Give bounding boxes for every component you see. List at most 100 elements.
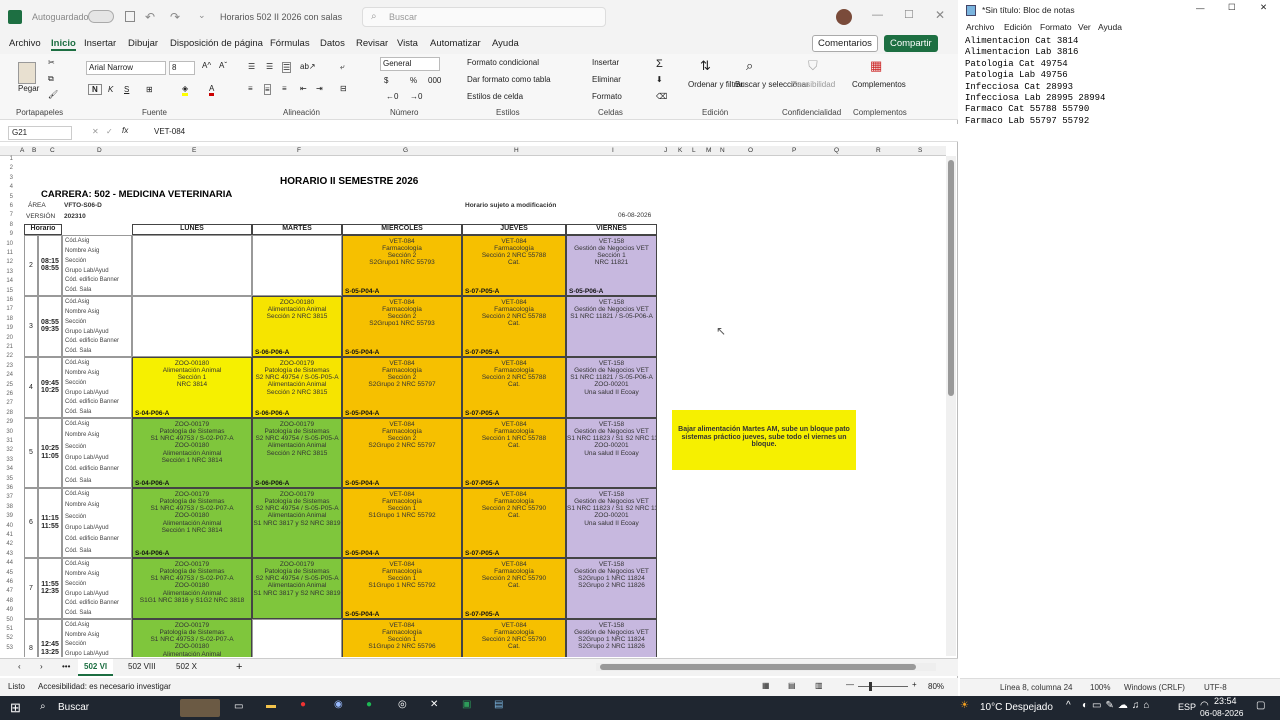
course-cell[interactable]: VET-084 Farmacología Sección 2 NRC 55790… [462,558,566,619]
row-header[interactable]: 39 [0,513,13,519]
course-cell[interactable]: ZOO-00180 Alimentación Animal Sección 1 … [132,357,252,418]
tab-automatizar[interactable]: Automatizar [430,38,481,49]
row-header[interactable]: 12 [0,259,13,265]
row-header[interactable]: 7 [0,212,13,218]
row-header[interactable]: 40 [0,523,13,529]
weather-text[interactable]: 10°C Despejado [980,702,1053,713]
row-header[interactable]: 53 [0,645,13,651]
minimize-icon[interactable]: — [872,9,883,21]
copy-icon[interactable]: ⧉ [48,74,54,84]
app-icon[interactable]: ◉ [334,699,343,710]
tab-revisar[interactable]: Revisar [356,38,388,49]
italic-icon[interactable]: K [108,85,113,94]
course-cell[interactable]: VET-158 Gestión de Negocios VET S1 NRC 1… [566,357,657,418]
tab-ayuda[interactable]: Ayuda [492,38,519,49]
addins-button[interactable]: Complementos [852,80,906,89]
row-header[interactable]: 50 [0,617,13,623]
taskbar-search-icon[interactable]: ⌕ [40,701,46,712]
find-select-icon[interactable]: ⌕ [746,58,753,74]
capcut-icon[interactable]: ✕ [430,699,438,710]
row-header[interactable]: 11 [0,250,13,256]
row-header[interactable]: 18 [0,316,13,322]
np-menu-archivo[interactable]: Archivo [966,22,994,32]
close-icon[interactable]: ✕ [935,8,945,22]
tab-archivo[interactable]: Archivo [9,38,41,49]
row-header[interactable]: 21 [0,344,13,350]
np-maximize-icon[interactable]: ☐ [1228,2,1236,13]
taskbar-search[interactable]: Buscar [58,702,89,713]
course-cell[interactable]: ZOO-00180 Alimentación Animal Sección 2 … [252,296,342,357]
row-header[interactable]: 9 [0,231,13,237]
schedule-cell[interactable] [252,619,342,657]
align-center-icon[interactable]: ≡ [264,84,271,95]
course-cell[interactable]: VET-158 Gestión de Negocios VET S1 NRC 1… [566,488,657,558]
sort-filter-icon[interactable]: ⇅ [700,58,711,74]
save-icon[interactable] [125,11,135,22]
row-header[interactable]: 17 [0,306,13,312]
np-menu-edicion[interactable]: Edición [1004,22,1032,32]
sensitivity-button[interactable]: Sensibilidad [792,80,835,89]
accessibility-status[interactable]: Accesibilidad: es necesario investigar [38,682,171,691]
borders-icon[interactable]: ⊞ [146,85,153,94]
row-header[interactable]: 52 [0,635,13,641]
clear-icon[interactable]: ⌫ [656,92,667,101]
row-header[interactable]: 19 [0,325,13,331]
row-header[interactable]: 37 [0,494,13,500]
row-header[interactable]: 15 [0,288,13,294]
np-minimize-icon[interactable]: — [1196,3,1205,13]
align-right-icon[interactable]: ≡ [282,84,287,93]
shrink-font-icon[interactable]: Aˇ [219,61,227,70]
row-header[interactable]: 29 [0,419,13,425]
tab-disposicion[interactable]: Disposición de página [170,38,263,49]
fill-color-icon[interactable]: ◈ [182,84,189,96]
vertical-scroll-thumb[interactable] [948,160,954,396]
page-layout-icon[interactable]: ▤ [788,681,796,690]
add-sheet-icon[interactable]: + [236,661,242,673]
number-format-select[interactable]: General [380,57,440,71]
weather-icon[interactable]: ☀ [960,700,969,711]
delete-cells-button[interactable]: Eliminar [592,75,621,84]
enter-icon[interactable]: ✓ [106,127,113,136]
course-cell[interactable]: ZOO-00179 Patología de Sistemas S2 NRC 4… [252,418,342,488]
zoom-in-icon[interactable]: + [912,680,917,689]
row-header[interactable]: 44 [0,560,13,566]
format-cells-button[interactable]: Formato [592,92,622,101]
row-header[interactable]: 49 [0,607,13,613]
share-button[interactable]: Compartir [884,35,938,52]
search-box[interactable]: ⌕ Buscar [362,7,606,27]
course-cell[interactable]: VET-084 Farmacología Sección 2 NRC 55790… [462,488,566,558]
cancel-icon[interactable]: ✕ [92,127,99,136]
course-cell[interactable]: VET-084 Farmacología Sección 2 NRC 55788… [462,296,566,357]
zoom-slider-handle[interactable] [869,682,872,691]
note-box[interactable]: Bajar alimentación Martes AM, sube un bl… [672,410,856,470]
orientation-icon[interactable]: ab↗ [300,62,316,71]
font-color-icon[interactable]: A [209,84,215,96]
comma-icon[interactable]: 000 [428,76,441,85]
row-header[interactable]: 28 [0,410,13,416]
schedule-cell[interactable] [132,235,252,296]
course-cell[interactable]: ZOO-00179 Patología de Sistemas S1 NRC 4… [132,619,252,657]
course-cell[interactable]: VET-158 Gestión de Negocios VET Sección … [566,235,657,296]
row-header[interactable]: 32 [0,447,13,453]
cut-icon[interactable]: ✂ [48,58,55,67]
grow-font-icon[interactable]: A^ [202,61,211,70]
row-header[interactable]: 6 [0,203,13,209]
tray-chevron-icon[interactable]: ^ [1066,700,1071,711]
row-header[interactable]: 48 [0,598,13,604]
insert-function-icon[interactable]: fx [122,126,128,135]
course-cell[interactable]: ZOO-00179 Patología de Sistemas S1 NRC 4… [132,558,252,619]
page-break-icon[interactable]: ▥ [815,681,823,690]
merge-center-icon[interactable]: ⊟ [340,84,347,93]
maximize-icon[interactable]: ☐ [904,8,914,21]
course-cell[interactable]: VET-084 Farmacología Sección 2 S2Grupo1 … [342,296,462,357]
cell-styles-button[interactable]: Estilos de celda [467,92,523,101]
row-header[interactable]: 24 [0,372,13,378]
font-size-select[interactable]: 8 [169,61,195,75]
row-header[interactable]: 10 [0,241,13,247]
row-header[interactable]: 43 [0,551,13,557]
row-header[interactable]: 27 [0,400,13,406]
tab-datos[interactable]: Datos [320,38,345,49]
row-header[interactable]: 3 [0,175,13,181]
customize-qat-icon[interactable]: ⌄ [198,10,206,21]
row-header[interactable]: 1 [0,156,13,162]
